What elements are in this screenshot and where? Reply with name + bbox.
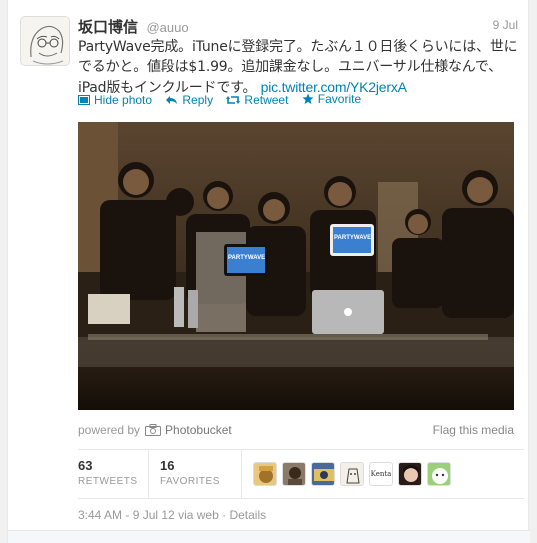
favorite-label: Favorite [317,92,362,106]
reply-button[interactable]: Reply [165,93,213,107]
bottom-band [8,530,530,543]
favoriter-avatar[interactable] [311,462,335,486]
tweet-text: PartyWave完成。iTuneに登録完了。たぶん１０日後くらいには、世に で… [78,37,518,98]
retweets-count: 63 [78,458,93,473]
meta-separator: · [222,508,227,522]
retweets-label: RETWEETS [78,476,138,487]
tweet-date[interactable]: 9 Jul [493,18,518,32]
tweet-text-line: PartyWave完成。iTuneに登録完了。たぶん１０日後くらいには、世に [78,39,518,55]
favorites-stat[interactable]: 16 FAVORITES [160,458,220,487]
tweet-stats: 63 RETWEETS 16 FAVORITES Kenta [78,449,524,499]
favoriter-avatar[interactable] [253,462,277,486]
powered-by-label: powered by [78,423,141,437]
user-fullname[interactable]: 坂口博信 [78,18,138,36]
favoriter-avatar[interactable] [427,462,451,486]
powered-by: powered by Photobucket [78,423,232,437]
tweet-actions: Hide photo Reply Retweet Favorite [78,92,371,108]
reply-label: Reply [182,93,214,107]
user-handle[interactable]: @auuo [146,20,188,35]
favoriter-avatar[interactable] [340,462,364,486]
hide-photo-button[interactable]: Hide photo [78,93,152,107]
photo-icon [78,95,90,105]
retweet-icon [226,96,241,104]
ipad-screen-label: PARTYWAVE [228,255,266,261]
favoriter-avatar[interactable] [282,462,306,486]
favoriter-avatar[interactable]: Kenta [369,462,393,486]
favoriters-avatars: Kenta [253,462,456,486]
favorite-button[interactable]: Favorite [302,92,361,106]
stat-divider [148,450,149,498]
retweet-label: Retweet [244,93,289,107]
tweet-meta: 3:44 AM - 9 Jul 12 via web · Details [78,508,266,522]
hide-photo-label: Hide photo [94,93,153,107]
photobucket-link[interactable]: Photobucket [165,423,232,437]
stat-divider [241,450,242,498]
kenta-avatar-text: Kenta [370,470,392,478]
favorites-label: FAVORITES [160,476,220,487]
details-link[interactable]: Details [229,508,266,522]
ipad-screen-label: PARTYWAVE [334,235,372,241]
favoriter-avatar[interactable] [398,462,422,486]
avatar[interactable] [20,16,70,66]
media-footer: powered by Photobucket Flag this media [78,423,514,439]
reply-icon [166,96,178,104]
star-icon [302,93,314,104]
tweet-source: via web [178,508,219,522]
photobucket-icon [145,424,162,436]
retweets-stat[interactable]: 63 RETWEETS [78,458,138,487]
tweet-header: 坂口博信 @auuo 9 Jul [78,16,518,36]
favorites-count: 16 [160,458,175,473]
tweet-photo[interactable]: PARTYWAVE PARTYWAVE [78,122,514,410]
tweet-card: 坂口博信 @auuo 9 Jul PartyWave完成。iTuneに登録完了。… [7,0,530,543]
tweet-timestamp[interactable]: 3:44 AM - 9 Jul 12 [78,508,175,522]
retweet-button[interactable]: Retweet [226,93,288,107]
tweet-text-line: でるかと。値段は$1.99。追加課金なし。ユニバーサル仕様なんで、 [78,59,502,75]
flag-media-link[interactable]: Flag this media [433,423,514,437]
